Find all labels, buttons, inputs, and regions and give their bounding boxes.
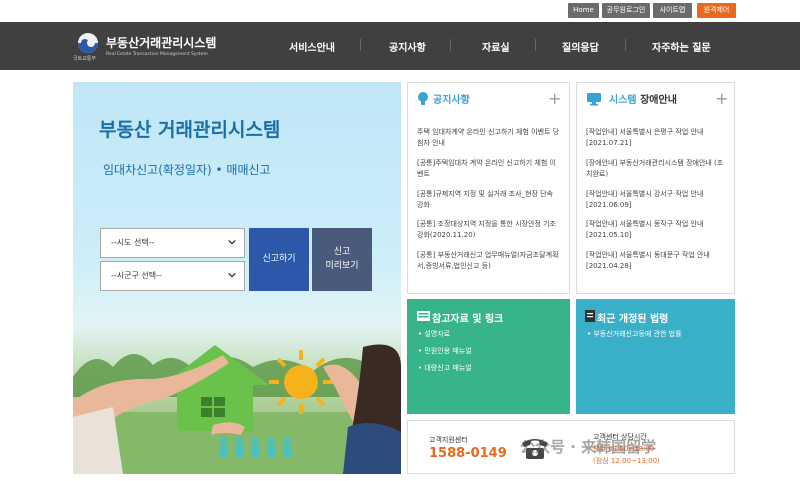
hours-lunch: (점심 12:00~13:00) [593, 457, 660, 465]
preview-button-line2: 미리보기 [325, 261, 359, 271]
hero-banner: 부동산 거래관리시스템 임대차신고(확정일자) • 매매신고 --시도 선택--… [73, 82, 401, 474]
outage-item[interactable]: [작업안내] 서울특별시 강서구 작업 안내 [2021.06.09] [586, 189, 729, 211]
sido-select-value: --시도 선택-- [111, 238, 155, 247]
watermark: 公众号 · 来韩国留学 [520, 438, 657, 456]
site-header: 국토교통부 부동산거래관리시스템 Real Estate Transaction… [0, 22, 800, 70]
outage-title-highlight: 시스템 [609, 95, 637, 106]
monitor-icon [587, 93, 601, 106]
notices-more-icon[interactable]: + [548, 91, 561, 107]
reference-link[interactable]: • 대량신고 매뉴얼 [418, 363, 472, 373]
site-subtitle: Real Estate Transaction Management Syste… [106, 52, 208, 57]
lightbulb-icon [418, 92, 428, 105]
reference-link[interactable]: • 설명자료 [418, 329, 450, 339]
site-title: 부동산거래관리시스템 [106, 36, 217, 50]
emblem-icon [78, 33, 98, 53]
references-title: 참고자료 및 링크 [432, 314, 504, 325]
nav-divider [535, 39, 536, 51]
nav-divider [450, 39, 451, 51]
laws-title: 최근 개정된 법령 [597, 314, 669, 325]
reference-link[interactable]: • 민원인용 매뉴얼 [418, 346, 472, 356]
nav-faq[interactable]: 자주하는 질문 [652, 39, 711, 54]
preview-button[interactable]: 신고 미리보기 [312, 228, 372, 291]
notices-panel: 공지사항 + 주택 임대차계약 온라인 신고하기 체험 이벤트 당첨자 안내 [… [407, 82, 570, 294]
law-link[interactable]: • 부동산거래신고등에 관한 법률 [587, 329, 682, 339]
book-icon [417, 311, 430, 321]
family-house-illustration [73, 344, 401, 474]
customer-center-label: 고객지원센터 [429, 436, 468, 444]
notices-title: 공지사항 [433, 95, 470, 106]
login-button[interactable]: 공무원로그인 [602, 3, 650, 18]
chevron-down-icon [228, 239, 236, 245]
report-button[interactable]: 신고하기 [249, 228, 309, 291]
nav-notices[interactable]: 공지사항 [389, 39, 426, 54]
notice-item[interactable]: [공통] 조정대상지역 지정을 통한 시장안정 기조 강화(2020.11.20… [417, 219, 560, 241]
sido-select[interactable]: --시도 선택-- [100, 228, 245, 258]
org-name: 국토교통부 [73, 56, 97, 62]
notice-item[interactable]: [공통]주택임대차 계약 온라인 신고하기 체험 이벤트 [417, 158, 560, 180]
outage-title: 시스템 장애안내 [609, 91, 677, 106]
nav-qna[interactable]: 질의응답 [562, 39, 599, 54]
sigungu-select[interactable]: --시군구 선택-- [100, 261, 245, 291]
notice-item[interactable]: 주택 임대차계약 온라인 신고하기 체험 이벤트 당첨자 안내 [417, 127, 560, 149]
hero-subtitle: 임대차신고(확정일자) • 매매신고 [103, 163, 271, 177]
outage-title-rest: 장애안내 [636, 95, 677, 106]
nav-archive[interactable]: 자료실 [482, 39, 510, 54]
chevron-down-icon [228, 272, 236, 278]
home-button[interactable]: Home [568, 3, 599, 18]
nav-service[interactable]: 서비스안내 [289, 39, 335, 54]
customer-center-phone[interactable]: 1588-0149 [429, 446, 507, 461]
laws-panel: 최근 개정된 법령 • 부동산거래신고등에 관한 법률 [576, 299, 735, 414]
remote-access-button[interactable]: 원격제어 [697, 3, 736, 18]
outage-item[interactable]: [장애안내] 부동산거래관리시스템 장애안내 (조치완료) [586, 158, 729, 180]
notice-item[interactable]: [공통] 부동산거래신고 업무매뉴얼(자금조달계획서,증빙서류,법인신고 등) [417, 250, 560, 272]
nav-divider [360, 39, 361, 51]
outage-panel: 시스템 장애안내 + [작업안내] 서울특별시 은평구 작업 안내 [2021.… [576, 82, 735, 294]
reference-link-label: 대량신고 매뉴얼 [424, 364, 472, 372]
outage-item[interactable]: [작업안내] 서울특별시 은평구 작업 안내 [2021.07.21] [586, 127, 729, 149]
references-panel: 참고자료 및 링크 • 설명자료 • 민원인용 매뉴얼 • 대량신고 매뉴얼 [407, 299, 570, 414]
site-logo[interactable]: 국토교통부 부동산거래관리시스템 Real Estate Transaction… [73, 31, 223, 63]
nav-divider [625, 39, 626, 51]
utility-bar: Home 공무원로그인 사이트맵 원격제어 [0, 0, 800, 22]
outage-more-icon[interactable]: + [715, 91, 728, 107]
document-icon [585, 310, 595, 322]
hero-title: 부동산 거래관리시스템 [99, 119, 281, 141]
outage-item[interactable]: [작업안내] 서울특별시 동대문구 작업 안내 [2021.04.28] [586, 250, 729, 272]
reference-link-label: 민원인용 매뉴얼 [424, 347, 472, 355]
law-link-label: 부동산거래신고등에 관한 법률 [593, 330, 682, 338]
reference-link-label: 설명자료 [424, 330, 451, 338]
outage-item[interactable]: [작업안내] 서울특별시 동작구 작업 안내 [2021.05.10] [586, 219, 729, 241]
notice-item[interactable]: [공통]규제지역 지정 및 실거래 조사_현장 단속 강화 [417, 189, 560, 211]
sigungu-select-value: --시군구 선택-- [111, 271, 162, 280]
sitemap-button[interactable]: 사이트맵 [653, 3, 692, 18]
preview-button-line1: 신고 [333, 247, 351, 257]
